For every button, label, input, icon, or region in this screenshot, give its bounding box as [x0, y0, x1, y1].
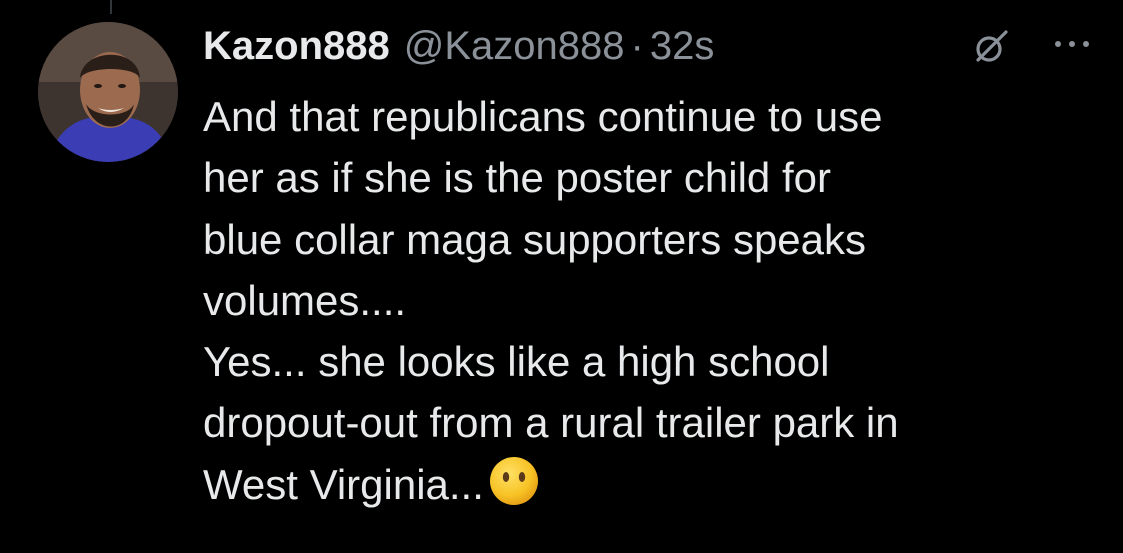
tweet-timestamp[interactable]: 32s	[650, 24, 715, 69]
tweet-text: And that republicans continue to use her…	[203, 86, 1108, 515]
tweet-text-line: And that republicans continue to use	[203, 93, 883, 140]
avatar[interactable]	[38, 22, 178, 162]
face-without-mouth-emoji	[488, 455, 540, 507]
author-handle[interactable]: @Kazon888	[404, 24, 625, 69]
tweet-text-last-line: West Virginia...	[203, 454, 1108, 515]
tweet-text-line: volumes....	[203, 276, 407, 324]
avatar-image	[38, 22, 178, 162]
tweet-text-line: Yes... she looks like a high school	[203, 338, 830, 386]
tweet-header: Kazon888 @Kazon888 · 32s	[203, 18, 714, 74]
tweet-text-line: blue collar maga supporters speaks	[203, 215, 867, 263]
thread-connector-line	[110, 0, 112, 14]
more-options-icon[interactable]	[1050, 30, 1094, 58]
grok-icon[interactable]	[972, 26, 1012, 66]
tweet-text-line: West Virginia...	[203, 460, 484, 508]
author-display-name[interactable]: Kazon888	[203, 24, 390, 69]
header-separator: ·	[630, 23, 644, 68]
tweet-text-line: her as if she is the poster child for	[203, 154, 831, 202]
tweet-text-line: dropout-out from a rural trailer park in	[203, 399, 899, 447]
